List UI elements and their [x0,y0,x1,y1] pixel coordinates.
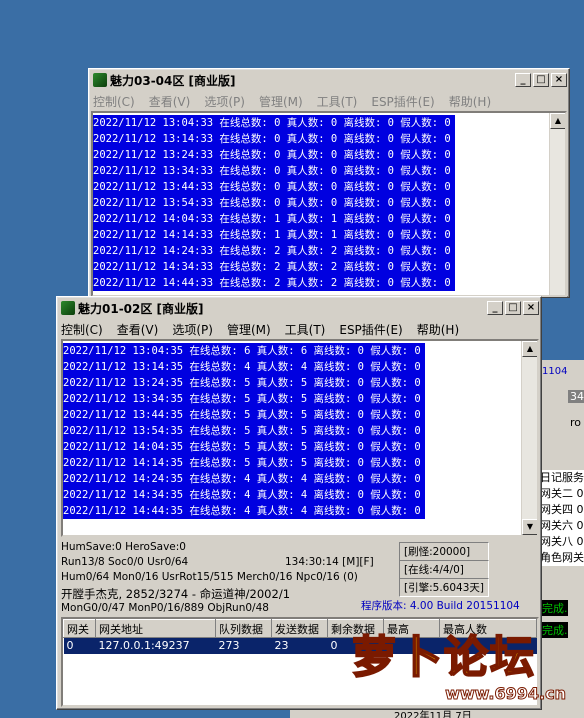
status-uptime: 134:30:14 [M][F] [285,556,374,568]
col-gateway-address[interactable]: 网关地址 [95,619,216,638]
log-line: 2022/11/12 13:44:33 在线总数: 0 真人数: 0 离线数: … [93,179,455,195]
status-mon: MonG0/0/47 MonP0/16/889 ObjRun0/48 [61,602,269,614]
watermark-logo: 萝卜论坛 www.6994.cn [351,631,572,712]
log-scrollbar[interactable]: ▲ [549,113,565,295]
log-line: 2022/11/12 13:34:35 在线总数: 5 真人数: 5 离线数: … [63,391,425,407]
text-34: 34 [568,390,584,403]
side-item: 网关四 0 [540,503,584,516]
done-text-1: 完成. [542,600,568,616]
title-bar[interactable]: 魅力01-02区 [商业版] _ □ × [59,299,539,317]
menu-bar: 控制(C) 查看(V) 选项(P) 管理(M) 工具(T) ESP插件(E) 帮… [57,319,541,339]
col-gateway[interactable]: 网关 [63,619,96,638]
log-line: 2022/11/12 13:24:33 在线总数: 0 真人数: 0 离线数: … [93,147,455,163]
menu-view[interactable]: 查看(V) [117,321,159,338]
menu-view[interactable]: 查看(V) [149,93,191,110]
server-window-03-04[interactable]: 魅力03-04区 [商业版] _ □ × 控制(C) 查看(V) 选项(P) 管… [88,68,570,298]
log-line: 2022/11/12 14:04:33 在线总数: 1 真人数: 1 离线数: … [93,211,455,227]
log-line: 2022/11/12 14:04:35 在线总数: 5 真人数: 5 离线数: … [63,439,425,455]
col-send-data[interactable]: 发送数据 [271,619,328,638]
side-list: 日记服务 网关二 0 网关四 0 网关六 0 网关八 0 角色网关 [540,470,584,566]
log-line: 2022/11/12 13:44:35 在线总数: 5 真人数: 5 离线数: … [63,407,425,423]
log-line: 2022/11/12 14:24:33 在线总数: 2 真人数: 2 离线数: … [93,243,455,259]
cell-queue: 273 [215,637,272,654]
menu-help[interactable]: 帮助(H) [417,321,459,338]
side-item: 角色网关 [540,551,584,564]
log-line: 2022/11/12 14:24:35 在线总数: 4 真人数: 4 离线数: … [63,471,425,487]
scroll-up-arrow-icon[interactable]: ▲ [522,341,537,357]
close-button[interactable]: × [551,73,567,87]
online-count-field: [在线:4/4/0] [399,560,489,579]
menu-options[interactable]: 选项(P) [204,93,245,110]
status-run: Run13/8 Soc0/0 Usr0/64 [61,556,189,568]
menu-manage[interactable]: 管理(M) [259,93,303,110]
log-box[interactable]: 2022/11/12 13:04:35 在线总数: 6 真人数: 6 离线数: … [61,339,539,537]
log-line: 2022/11/12 13:54:33 在线总数: 0 真人数: 0 离线数: … [93,195,455,211]
app-icon [61,301,75,315]
log-line: 2022/11/12 13:34:33 在线总数: 0 真人数: 0 离线数: … [93,163,455,179]
log-box[interactable]: 2022/11/12 13:04:33 在线总数: 0 真人数: 0 离线数: … [91,111,567,297]
log-line: 2022/11/12 13:04:35 在线总数: 6 真人数: 6 离线数: … [63,343,425,359]
menu-tools[interactable]: 工具(T) [317,93,358,110]
minimize-button[interactable]: _ [515,73,531,87]
close-button[interactable]: × [523,301,539,315]
col-queue-data[interactable]: 队列数据 [215,619,272,638]
log-line: 2022/11/12 14:34:35 在线总数: 4 真人数: 4 离线数: … [63,487,425,503]
window-title: 魅力03-04区 [商业版] [110,73,236,88]
menu-options[interactable]: 选项(P) [172,321,213,338]
scroll-up-arrow-icon[interactable]: ▲ [550,113,565,129]
log-scrollbar[interactable]: ▲ ▼ [521,341,537,535]
log-line: 2022/11/12 14:44:33 在线总数: 2 真人数: 2 离线数: … [93,275,455,291]
minimize-button[interactable]: _ [487,301,503,315]
log-lines: 2022/11/12 13:04:35 在线总数: 6 真人数: 6 离线数: … [63,341,537,519]
menu-bar: 控制(C) 查看(V) 选项(P) 管理(M) 工具(T) ESP插件(E) 帮… [89,91,569,111]
app-icon [93,73,107,87]
log-line: 2022/11/12 14:14:35 在线总数: 5 真人数: 5 离线数: … [63,455,425,471]
scroll-down-arrow-icon[interactable]: ▼ [522,519,537,535]
cell-address: 127.0.0.1:49237 [95,637,216,654]
side-item: 网关六 0 [540,519,584,532]
log-lines: 2022/11/12 13:04:33 在线总数: 0 真人数: 0 离线数: … [93,113,565,291]
menu-manage[interactable]: 管理(M) [227,321,271,338]
log-line: 2022/11/12 14:44:35 在线总数: 4 真人数: 4 离线数: … [63,503,425,519]
status-hum-save: HumSave:0 HeroSave:0 [61,541,186,553]
title-bar[interactable]: 魅力03-04区 [商业版] _ □ × [91,71,567,89]
log-line: 2022/11/12 13:14:33 在线总数: 0 真人数: 0 离线数: … [93,131,455,147]
maximize-button[interactable]: □ [533,73,549,87]
menu-esp-plugin[interactable]: ESP插件(E) [339,321,402,338]
side-item: 日记服务 [540,471,584,484]
side-item: 网关二 0 [540,487,584,500]
watermark-url: www.6994.cn [445,684,567,704]
log-line: 2022/11/12 14:34:33 在线总数: 2 真人数: 2 离线数: … [93,259,455,275]
log-line: 2022/11/12 13:54:35 在线总数: 5 真人数: 5 离线数: … [63,423,425,439]
side-item: 网关八 0 [540,535,584,548]
refresh-monster-field: [刷怪:20000] [399,542,489,561]
log-line: 2022/11/12 13:14:35 在线总数: 4 真人数: 4 离线数: … [63,359,425,375]
window-title: 魅力01-02区 [商业版] [78,301,204,316]
text-1104: 1104 [542,366,568,377]
menu-help[interactable]: 帮助(H) [449,93,491,110]
menu-control[interactable]: 控制(C) [93,93,135,110]
log-line: 2022/11/12 14:14:33 在线总数: 1 真人数: 1 离线数: … [93,227,455,243]
text-ro: ro [570,416,582,429]
menu-tools[interactable]: 工具(T) [285,321,326,338]
menu-esp-plugin[interactable]: ESP插件(E) [371,93,434,110]
log-line: 2022/11/12 13:04:33 在线总数: 0 真人数: 0 离线数: … [93,115,455,131]
status-hum: Hum0/64 Mon0/16 UsrRot15/515 Merch0/16 N… [61,571,358,583]
cell-gateway: 0 [63,637,96,654]
watermark-text: 萝卜论坛 [351,631,536,684]
menu-control[interactable]: 控制(C) [61,321,103,338]
maximize-button[interactable]: □ [505,301,521,315]
cell-send: 23 [271,637,328,654]
status-player: 开膛手杰克, 2852/3274 - 命运道神/2002/1 [61,587,291,601]
engine-days-field: [引擎:5.6043天] [399,578,489,597]
program-version: 程序版本: 4.00 Build 20151104 [361,600,520,612]
log-line: 2022/11/12 13:24:35 在线总数: 5 真人数: 5 离线数: … [63,375,425,391]
